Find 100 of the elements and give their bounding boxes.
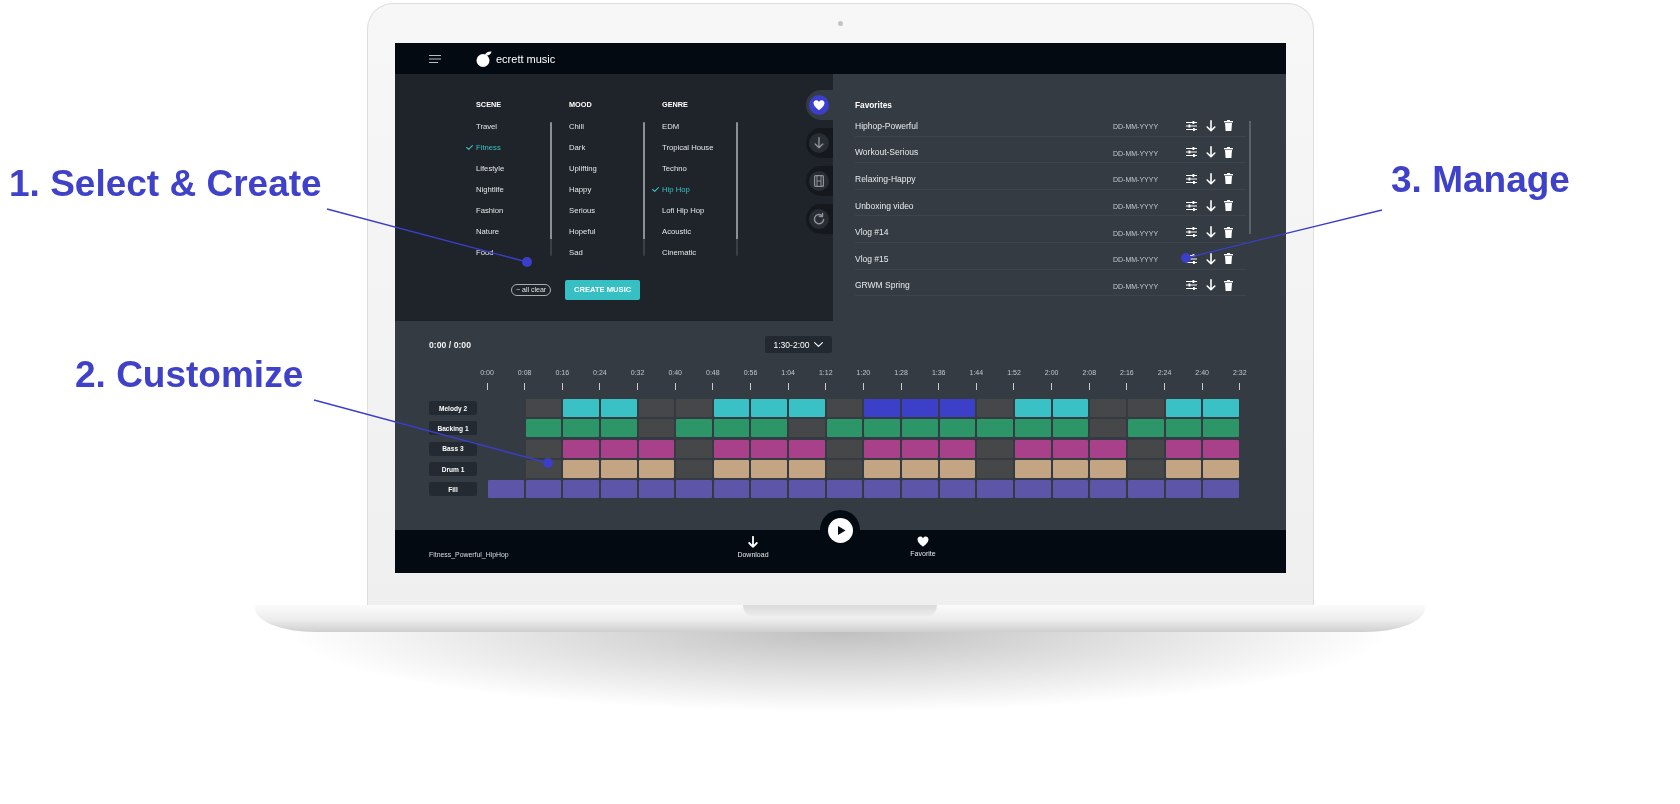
clip-block[interactable] [1203,419,1239,438]
clip-block[interactable] [751,480,788,499]
clip-block[interactable] [789,399,825,418]
clip-block[interactable] [713,460,750,479]
clip-block[interactable] [826,480,863,499]
clip-block[interactable] [864,419,901,438]
download-icon[interactable] [1206,226,1216,239]
clip-block[interactable] [600,480,637,499]
clip-block[interactable] [1052,419,1089,438]
clip-block[interactable] [864,460,901,479]
clip-block[interactable] [826,419,863,438]
clip-block[interactable] [864,439,901,458]
clip-block[interactable] [751,419,788,438]
clip-block[interactable] [638,439,675,458]
sliders-icon[interactable] [1186,200,1197,211]
trash-icon[interactable] [1224,253,1233,265]
download-icon[interactable] [1206,146,1216,159]
trash-icon[interactable] [1224,146,1233,158]
scrollbar[interactable] [1249,121,1251,234]
clip-block[interactable] [638,480,675,499]
clip-block[interactable] [1090,480,1126,499]
clip-block[interactable] [1127,419,1164,438]
clip-block[interactable] [939,439,976,458]
trash-icon[interactable] [1224,120,1233,132]
clip-block[interactable] [789,439,825,458]
clip-block[interactable] [563,399,599,418]
clip-block[interactable] [902,399,938,418]
clip-block[interactable] [1090,460,1126,479]
side-tab[interactable] [806,90,833,120]
clip-block[interactable] [751,439,788,458]
download-icon[interactable] [1206,199,1216,212]
clip-block[interactable] [1203,399,1239,418]
sliders-icon[interactable] [1186,280,1197,291]
clip-block[interactable] [939,399,976,418]
clip-block[interactable] [638,460,675,479]
clip-block[interactable] [1090,439,1126,458]
sliders-icon[interactable] [1186,147,1197,158]
clip-block[interactable] [525,480,562,499]
clip-block[interactable] [600,399,637,418]
clip-block[interactable] [676,480,712,499]
scrollbar[interactable] [550,122,552,256]
clip-block[interactable] [713,480,750,499]
clip-block[interactable] [902,460,938,479]
clip-block[interactable] [751,460,788,479]
clip-block[interactable] [713,439,750,458]
clip-block[interactable] [1052,480,1089,499]
menu-icon[interactable] [429,54,441,63]
clip-block[interactable] [713,419,750,438]
clip-block[interactable] [1014,419,1051,438]
scrollbar[interactable] [643,122,645,256]
clip-block[interactable] [1127,480,1164,499]
clip-block[interactable] [600,460,637,479]
clip-block[interactable] [1014,480,1051,499]
sliders-icon[interactable] [1186,227,1197,238]
clip-block[interactable] [1203,480,1239,499]
scrollbar[interactable] [736,122,738,256]
clip-block[interactable] [1165,399,1202,418]
clip-block[interactable] [902,480,938,499]
clip-block[interactable] [600,439,637,458]
clip-block[interactable] [977,419,1013,438]
sliders-icon[interactable] [1186,174,1197,184]
clip-block[interactable] [1165,439,1202,458]
clip-block[interactable] [751,399,788,418]
clip-block[interactable] [600,419,637,438]
sliders-icon[interactable] [1186,120,1197,131]
clip-block[interactable] [864,480,901,499]
clip-block[interactable] [676,419,712,438]
clip-block[interactable] [525,419,562,438]
clip-block[interactable] [789,480,825,499]
trash-icon[interactable] [1224,200,1233,212]
clip-block[interactable] [563,439,599,458]
clip-block[interactable] [1165,480,1202,499]
clip-block[interactable] [977,480,1013,499]
trash-icon[interactable] [1224,226,1233,238]
clip-block[interactable] [1203,460,1239,479]
trash-icon[interactable] [1224,279,1233,291]
clip-block[interactable] [1052,439,1089,458]
clip-block[interactable] [713,399,750,418]
clip-block[interactable] [939,419,976,438]
clip-block[interactable] [939,460,976,479]
download-icon[interactable] [1206,173,1216,185]
trash-icon[interactable] [1224,173,1233,185]
clip-block[interactable] [902,419,938,438]
clip-block[interactable] [1014,439,1051,458]
side-tab[interactable] [806,166,833,196]
clip-block[interactable] [1052,399,1089,418]
clip-block[interactable] [1203,439,1239,458]
clip-block[interactable] [563,419,599,438]
clip-block[interactable] [1052,460,1089,479]
clip-block[interactable] [1165,460,1202,479]
clip-block[interactable] [939,480,976,499]
clip-block[interactable] [563,460,599,479]
clip-block[interactable] [789,460,825,479]
download-icon[interactable] [1206,279,1216,292]
clip-block[interactable] [1165,419,1202,438]
clip-block[interactable] [1014,460,1051,479]
clip-block[interactable] [864,399,901,418]
clip-block[interactable] [1014,399,1051,418]
clip-block[interactable] [902,439,938,458]
range-dropdown[interactable]: 1:30-2:00 [765,336,832,353]
